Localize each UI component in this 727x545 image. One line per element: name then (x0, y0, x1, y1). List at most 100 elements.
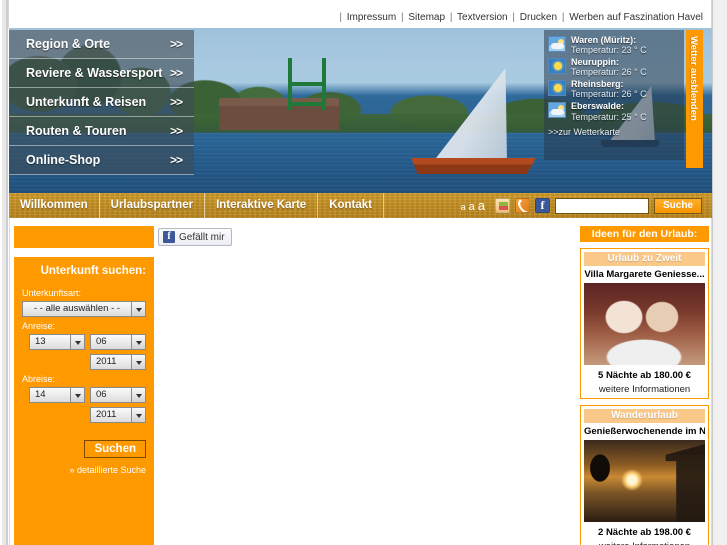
weather-station-temp: Temperatur: 26 ° C (571, 89, 647, 100)
chevron-right-icon: >> (169, 66, 183, 80)
chevron-down-icon (70, 335, 84, 349)
menu-item-label: Unterkunft & Reisen (26, 95, 147, 109)
chevron-right-icon: >> (169, 95, 183, 109)
menu-item-label: Reviere & Wassersport (26, 66, 163, 80)
top-link-werben[interactable]: Werben auf Faszination Havel (569, 12, 703, 23)
menu-item-online-shop[interactable]: Online-Shop >> (9, 146, 194, 175)
link-separator: | (449, 12, 453, 23)
weather-station-name: Eberswalde: (571, 101, 625, 112)
weather-station-temp: Temperatur: 25 ° C (571, 111, 647, 122)
arrival-day-select[interactable]: 13 (29, 334, 85, 350)
offer-price: 2 Nächte ab 198.00 € (598, 527, 691, 538)
offer-category: Urlaub zu Zweit (584, 252, 705, 266)
rss-icon[interactable] (514, 198, 530, 213)
panel-title: Unterkunft suchen: (40, 265, 146, 277)
chevron-down-icon (70, 388, 84, 402)
tab-urlaubspartner[interactable]: Urlaubspartner (100, 193, 206, 218)
offer-card[interactable]: Urlaub zu Zweit Villa Margarete Geniesse… (580, 248, 709, 399)
weather-station-row[interactable]: Rheinsberg: Temperatur: 26 ° C (548, 79, 680, 99)
arrival-month-select[interactable]: 06 (90, 334, 146, 350)
offer-card[interactable]: Wanderurlaub Genießerwochenende im Na...… (580, 405, 709, 545)
departure-label: Abreise: (22, 374, 56, 384)
link-separator: | (512, 12, 516, 23)
secondary-nav-tools: a a a f Suche (461, 193, 712, 218)
facebook-like-label: Gefällt mir (179, 231, 225, 243)
offer-more-link[interactable]: weitere Informationen (584, 384, 705, 395)
menu-item-region-orte[interactable]: Region & Orte >> (9, 30, 194, 59)
page-root: | Impressum | Sitemap | Textversion | Dr… (0, 0, 727, 545)
weather-station-row[interactable]: Waren (Müritz): Temperatur: 23 ° C (548, 35, 680, 55)
top-link-sitemap[interactable]: Sitemap (408, 12, 445, 23)
top-link-textversion[interactable]: Textversion (457, 12, 508, 23)
menu-item-reviere-wassersport[interactable]: Reviere & Wassersport >> (9, 59, 194, 88)
menu-item-unterkunft-reisen[interactable]: Unterkunft & Reisen >> (9, 88, 194, 117)
menu-item-label: Region & Orte (26, 37, 111, 51)
weather-station-row[interactable]: Neuruppin: Temperatur: 26 ° C (548, 57, 680, 77)
menu-item-label: Online-Shop (26, 153, 101, 167)
tab-willkommen[interactable]: Willkommen (9, 193, 100, 218)
page-scrollbar[interactable] (712, 0, 727, 545)
departure-year-row: 2011 (22, 407, 146, 423)
hero-sailboat-hull (411, 158, 536, 174)
chevron-down-icon (131, 302, 145, 316)
chevron-down-icon (131, 335, 145, 349)
main-menu: Region & Orte >> Reviere & Wassersport >… (9, 30, 194, 180)
departure-year-select[interactable]: 2011 (90, 407, 146, 423)
font-size-controls: a a a (461, 198, 485, 213)
chevron-right-icon: >> (169, 153, 183, 167)
offer-image[interactable] (584, 283, 705, 365)
font-size-large-button[interactable]: a (478, 198, 485, 213)
menu-item-routen-touren[interactable]: Routen & Touren >> (9, 117, 194, 146)
top-link-drucken[interactable]: Drucken (520, 12, 557, 23)
offer-price: 5 Nächte ab 180.00 € (598, 370, 691, 381)
chevron-right-icon: >> (169, 124, 183, 138)
weather-toggle-tab[interactable]: Wetter ausblenden (686, 30, 703, 168)
font-size-medium-button[interactable]: a (469, 201, 475, 213)
font-size-small-button[interactable]: a (461, 202, 466, 212)
offer-title: Genießerwochenende im Na... (584, 426, 705, 437)
weather-station-row[interactable]: Eberswalde: Temperatur: 25 ° C (548, 101, 680, 122)
offer-more-link[interactable]: weitere Informationen (584, 541, 705, 545)
select-value: 2011 (96, 409, 117, 420)
weather-station-name: Waren (Müritz): (571, 35, 637, 45)
detailed-search-link[interactable]: » detaillierte Suche (22, 465, 146, 475)
arrival-day-month-row: 13 06 (22, 334, 146, 350)
link-separator: | (561, 12, 565, 23)
select-value: - - alle auswählen - - (33, 303, 121, 314)
weather-map-link[interactable]: >>zur Wetterkarte (548, 127, 680, 137)
link-separator: | (339, 12, 342, 23)
weather-station-name: Rheinsberg: (571, 79, 624, 90)
arrival-year-row: 2011 (22, 354, 146, 370)
accommodation-type-label: Unterkunftsart: (22, 288, 82, 298)
search-button[interactable]: Suche (653, 197, 702, 214)
link-separator: | (400, 12, 404, 23)
weather-station-text: Waren (Müritz): Temperatur: 23 ° C (571, 35, 647, 55)
arrival-year-select[interactable]: 2011 (90, 354, 146, 370)
tab-interaktive-karte[interactable]: Interaktive Karte (205, 193, 319, 218)
right-sidebar: Ideen für den Urlaub: Urlaub zu Zweit Vi… (580, 226, 709, 545)
top-links: | Impressum | Sitemap | Textversion | Dr… (337, 12, 703, 23)
accommodation-type-select[interactable]: - - alle auswählen - - (22, 301, 146, 317)
facebook-icon[interactable]: f (534, 198, 550, 213)
tab-kontakt[interactable]: Kontakt (318, 193, 385, 218)
departure-month-select[interactable]: 06 (90, 387, 146, 403)
gallery-icon[interactable] (494, 198, 510, 213)
facebook-icon: f (163, 231, 175, 243)
facebook-like-button[interactable]: f Gefällt mir (158, 228, 232, 246)
secondary-nav: Willkommen Urlaubspartner Interaktive Ka… (9, 193, 712, 218)
search-input[interactable] (554, 197, 649, 214)
left-sidebar-header-bar (14, 226, 154, 248)
top-link-impressum[interactable]: Impressum (347, 12, 396, 23)
select-value: 06 (96, 389, 107, 400)
sun-icon (548, 58, 566, 75)
weather-station-text: Rheinsberg: Temperatur: 26 ° C (571, 79, 647, 99)
accommodation-search-button[interactable]: Suchen (84, 440, 146, 458)
sun-icon (548, 80, 566, 97)
sunset-photo (584, 440, 705, 522)
departure-day-select[interactable]: 14 (29, 387, 85, 403)
departure-day-month-row: 14 06 (22, 387, 146, 403)
accommodation-search-panel: Unterkunft suchen: Unterkunftsart: - - a… (14, 257, 154, 545)
menu-item-label: Routen & Touren (26, 124, 127, 138)
weather-toggle-label: Wetter ausblenden (688, 36, 699, 121)
offer-image[interactable] (584, 440, 705, 522)
